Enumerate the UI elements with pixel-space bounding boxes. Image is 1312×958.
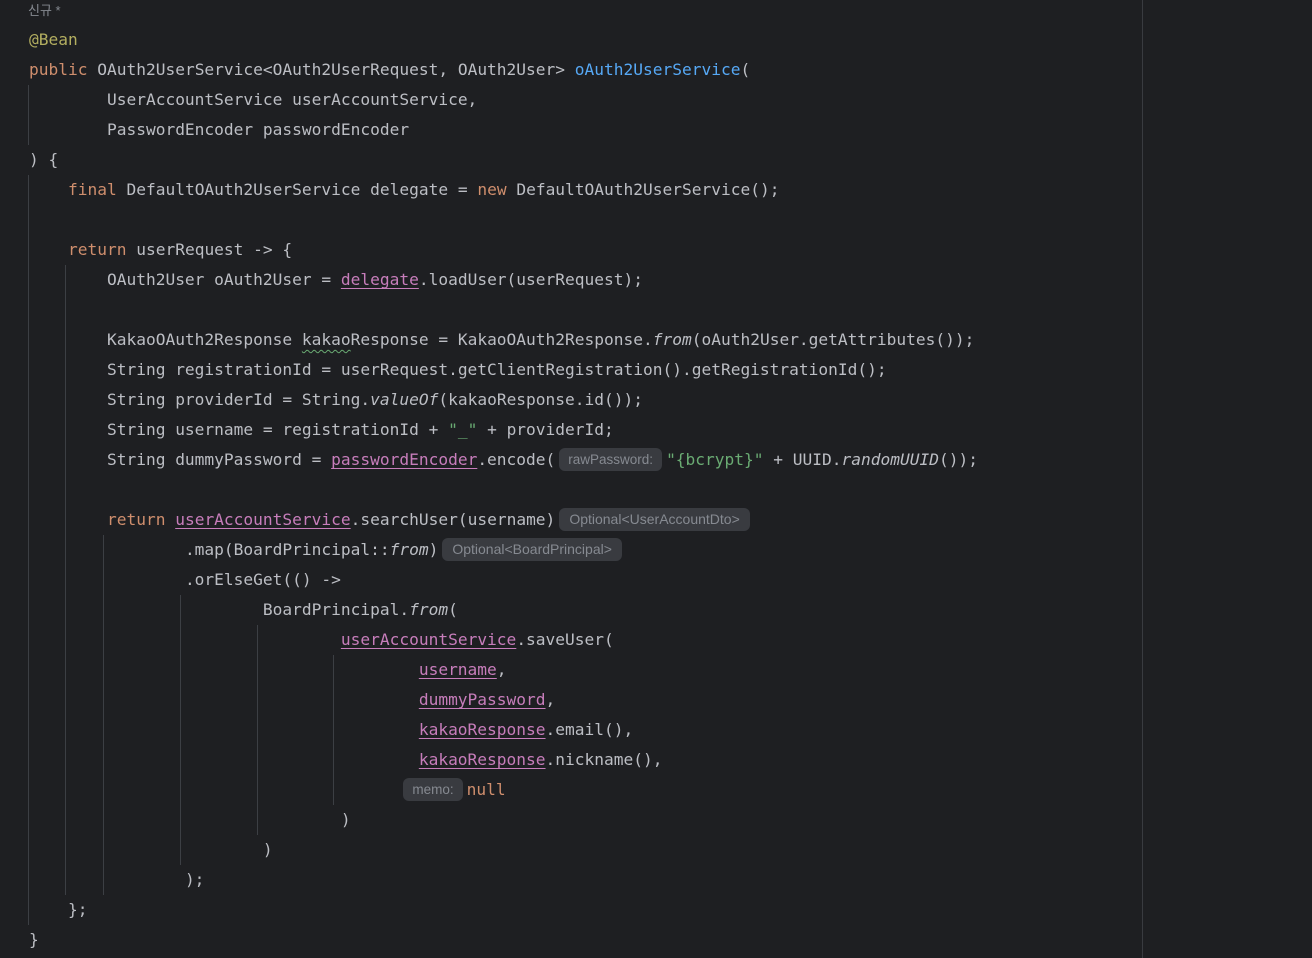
code-line-return-lambda: return userRequest -> { (29, 235, 292, 265)
static-method-token: from (409, 600, 449, 619)
comma-token: , (496, 660, 507, 679)
keyword-token: return (106, 510, 166, 529)
declaration-token: OAuth2User oAuth2User = (106, 270, 341, 289)
code-vision-usage-hint[interactable]: 신규 * (28, 0, 61, 22)
code-line-signature-close: ) { (29, 145, 58, 175)
code-line-close-or-else: ); (29, 865, 205, 895)
code-line-or-else-get: .orElseGet(() -> (29, 565, 341, 595)
call-token: (kakaoResponse.id()); (438, 390, 644, 409)
code-line-close-lambda: }; (29, 895, 88, 925)
code-line-map: .map(BoardPrincipal::from) Optional<Board… (29, 535, 626, 565)
code-line-close-method: } (29, 925, 39, 955)
call-token: .nickname(), (545, 750, 663, 769)
variable-reference-kakao-response[interactable]: kakaoResponse (419, 720, 546, 739)
keyword-token: final (67, 180, 117, 199)
variable-reference-kakao-response[interactable]: kakaoResponse (419, 750, 546, 769)
code-line-arg-email: kakaoResponse.email(), (29, 715, 633, 745)
param-hint-memo: memo: (403, 777, 463, 801)
variable-reference-dummy-password[interactable]: dummyPassword (419, 690, 546, 709)
code-line-load-user: OAuth2User oAuth2User = delegate.loadUse… (29, 265, 643, 295)
call-token: .encode( (477, 450, 556, 469)
declaration-token: String username = registrationId + (106, 420, 449, 439)
type-token: BoardPrincipal. (262, 600, 410, 619)
code-line-kakao-response: KakaoOAuth2Response kakaoResponse = Kaka… (29, 325, 974, 355)
call-token: (oAuth2User.getAttributes()); (691, 330, 975, 349)
code-line-save-user: userAccountService.saveUser( (29, 625, 614, 655)
code-line-param: PasswordEncoder passwordEncoder (29, 115, 409, 145)
declaration-token: String dummyPassword = (106, 450, 332, 469)
code-line-provider-id: String providerId = String.valueOf(kakao… (29, 385, 643, 415)
paren-token: ( (740, 60, 751, 79)
expression-token: + UUID. (763, 450, 842, 469)
paren-token: ( (448, 600, 458, 619)
brace-token: ) { (29, 150, 59, 169)
param-hint-raw-password: rawPassword: (559, 447, 663, 471)
static-method-token: from (652, 330, 692, 349)
call-token: .map(BoardPrincipal:: (184, 540, 390, 559)
typo-warning[interactable]: kakao (302, 330, 351, 349)
type-hint-optional-dto: Optional<UserAccountDto> (559, 507, 750, 531)
string-literal: "{bcrypt}" (666, 450, 764, 469)
code-editor[interactable]: 신규 * @Bean public OAuth2UserService<OAut… (0, 0, 1312, 958)
call-token: .saveUser( (516, 630, 614, 649)
declaration-token: DefaultOAuth2UserService delegate = (126, 180, 478, 199)
code-line-arg-username: username, (29, 655, 507, 685)
field-reference-user-account-service[interactable]: userAccountService (175, 510, 350, 529)
code-line-registration-id: String registrationId = userRequest.getC… (29, 355, 887, 385)
type-token: OAuth2UserService<OAuth2UserRequest, OAu… (97, 60, 566, 79)
keyword-token: public (29, 60, 88, 79)
code-line-arg-memo: memo: null (29, 775, 506, 805)
field-reference-delegate[interactable]: delegate (341, 270, 419, 289)
paren-token: ) (428, 540, 439, 559)
call-token: .searchUser(username) (350, 510, 556, 529)
param-token: UserAccountService userAccountService, (106, 90, 478, 109)
call-token: ()); (938, 450, 978, 469)
brace-token: } (29, 930, 39, 949)
statement-token: String registrationId = userRequest.getC… (106, 360, 887, 379)
keyword-token: return (67, 240, 127, 259)
comma-token: , (545, 690, 556, 709)
null-literal: null (466, 780, 506, 799)
code-line-dummy-password: String dummyPassword = passwordEncoder.e… (29, 445, 978, 475)
param-token: PasswordEncoder passwordEncoder (106, 120, 410, 139)
brace-token: }; (67, 900, 88, 919)
code-line-return-search: return userAccountService.searchUser(use… (29, 505, 754, 535)
code-line-arg-dummy-password: dummyPassword, (29, 685, 555, 715)
right-margin-guide (1142, 0, 1143, 958)
declaration-token: Response = KakaoOAuth2Response. (350, 330, 653, 349)
string-literal: "_" (448, 420, 478, 439)
field-reference-user-account-service[interactable]: userAccountService (341, 630, 516, 649)
code-line-param: UserAccountService userAccountService, (29, 85, 477, 115)
paren-token: ); (184, 870, 205, 889)
code-line-close-principal: ) (29, 835, 273, 865)
paren-token: ) (262, 840, 273, 859)
call-token: .orElseGet(() -> (184, 570, 341, 589)
static-method-token: from (389, 540, 429, 559)
code-line-username: String username = registrationId + "_" +… (29, 415, 614, 445)
keyword-token: new (477, 180, 507, 199)
code-line-close-save-user: ) (29, 805, 351, 835)
declaration-token: String providerId = String. (106, 390, 371, 409)
code-line-method-signature: public OAuth2UserService<OAuth2UserReque… (29, 55, 750, 85)
static-method-token: randomUUID (841, 450, 939, 469)
field-reference-password-encoder[interactable]: passwordEncoder (331, 450, 477, 469)
annotation-token: @Bean (29, 30, 78, 49)
code-line-annotation: @Bean (29, 25, 78, 55)
type-token: KakaoOAuth2Response (106, 330, 302, 349)
code-line-delegate: final DefaultOAuth2UserService delegate … (29, 175, 779, 205)
constructor-token: DefaultOAuth2UserService(); (516, 180, 780, 199)
call-token: .email(), (545, 720, 634, 739)
lambda-token: userRequest -> { (136, 240, 293, 259)
paren-token: ) (340, 810, 351, 829)
call-token: .loadUser(userRequest); (418, 270, 643, 289)
static-method-token: valueOf (370, 390, 439, 409)
method-name-token[interactable]: oAuth2UserService (575, 60, 741, 79)
type-hint-optional-principal: Optional<BoardPrincipal> (442, 537, 622, 561)
variable-reference-username[interactable]: username (419, 660, 497, 679)
code-line-principal-from: BoardPrincipal.from( (29, 595, 458, 625)
expression-token: + providerId; (477, 420, 614, 439)
code-line-arg-nickname: kakaoResponse.nickname(), (29, 745, 663, 775)
